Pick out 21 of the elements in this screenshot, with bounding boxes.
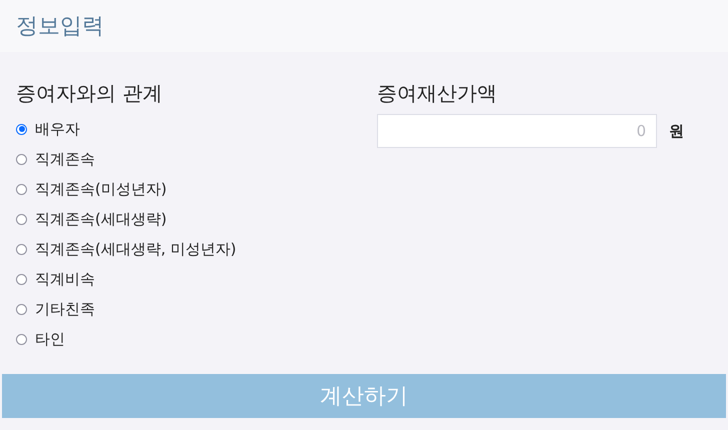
radio-label[interactable]: 직계존속(미성년자) — [35, 180, 167, 198]
radio-button[interactable] — [16, 304, 27, 314]
radio-label[interactable]: 기타친족 — [35, 300, 95, 318]
radio-label[interactable]: 직계존속(세대생략) — [35, 210, 167, 228]
radio-label[interactable]: 배우자 — [35, 120, 80, 138]
radio-button[interactable] — [16, 154, 27, 164]
radio-button[interactable] — [16, 274, 27, 284]
radio-button[interactable] — [16, 124, 27, 134]
radio-button[interactable] — [16, 244, 27, 254]
radio-label[interactable]: 타인 — [35, 330, 65, 348]
radio-label[interactable]: 직계존속 — [35, 150, 95, 168]
amount-field[interactable]: 0 — [377, 114, 657, 148]
section-label: 증여자와의 관계 — [16, 80, 164, 107]
radio-label[interactable]: 직계존속(세대생략, 미성년자) — [35, 240, 236, 258]
radio-button[interactable] — [16, 184, 27, 194]
radio-button[interactable] — [16, 214, 27, 224]
section-label: 증여재산가액 — [377, 80, 498, 107]
radio-label[interactable]: 직계비속 — [35, 270, 95, 288]
unit-label: 원 — [669, 122, 684, 140]
radio-button[interactable] — [16, 334, 27, 344]
page-title: 정보입력 — [16, 13, 104, 41]
